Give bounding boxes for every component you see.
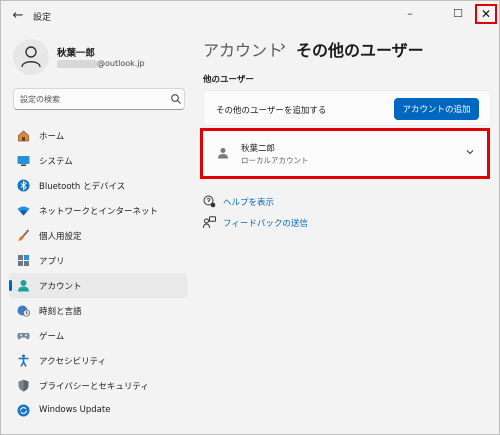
globe-clock-icon	[17, 305, 30, 317]
sidebar-item-label: Bluetooth とデバイス	[39, 182, 126, 192]
account-icon	[18, 280, 29, 292]
home-icon	[18, 130, 29, 142]
search-box[interactable]	[13, 88, 185, 110]
sidebar-item-home[interactable]: ホーム	[9, 123, 187, 148]
search-input[interactable]	[20, 92, 168, 106]
avatar[interactable]	[13, 39, 49, 75]
monitor-icon	[17, 156, 30, 166]
sidebar-item-label: 個人用設定	[39, 232, 82, 242]
sidebar-item-network[interactable]: ネットワークとインターネット	[9, 198, 187, 223]
bluetooth-icon	[17, 179, 30, 192]
account-name: 秋葉一郎	[57, 48, 96, 59]
update-icon	[17, 404, 30, 417]
minimize-button[interactable]: –	[399, 4, 421, 24]
help-icon	[203, 195, 216, 208]
sidebar-item-privacy[interactable]: プライバシーとセキュリティ	[9, 373, 187, 398]
sidebar-item-label: 時刻と言語	[39, 307, 82, 317]
breadcrumb-parent[interactable]: アカウント	[203, 37, 283, 61]
sidebar-item-gaming[interactable]: ゲーム	[9, 323, 187, 348]
sidebar-item-label: アプリ	[39, 257, 65, 267]
sidebar-item-accounts[interactable]: アカウント	[9, 273, 187, 298]
page-title: その他のユーザー	[296, 41, 424, 60]
sidebar-nav: ホーム システム Bluetooth とデバイス ネットワークとインターネット	[9, 123, 187, 423]
add-user-label: その他のユーザーを追加する	[216, 106, 327, 116]
search-icon[interactable]	[170, 93, 182, 105]
gamepad-icon	[17, 333, 30, 340]
wifi-icon	[17, 206, 30, 216]
sidebar-item-label: Windows Update	[39, 405, 111, 415]
breadcrumb-separator: ›	[280, 37, 286, 55]
app-title: 設定	[33, 13, 52, 23]
accessibility-icon	[18, 354, 29, 367]
add-account-button[interactable]: アカウントの追加	[394, 98, 479, 120]
sidebar-item-label: ネットワークとインターネット	[39, 207, 159, 217]
section-title: 他のユーザー	[203, 75, 254, 85]
sidebar-item-label: アクセシビリティ	[39, 357, 107, 367]
account-email: @outlook.jp	[97, 59, 145, 68]
close-button[interactable]: ✕	[475, 4, 497, 24]
sidebar-item-label: アカウント	[39, 282, 82, 292]
active-indicator	[9, 280, 12, 291]
sidebar-item-label: プライバシーとセキュリティ	[39, 382, 149, 392]
back-arrow-icon[interactable]: ←	[9, 7, 27, 25]
sidebar-item-apps[interactable]: アプリ	[9, 248, 187, 273]
add-user-card: その他のユーザーを追加する アカウントの追加	[203, 90, 491, 126]
apps-icon	[18, 255, 29, 266]
sidebar-item-accessibility[interactable]: アクセシビリティ	[9, 348, 187, 373]
title-bar: ← 設定 – ☐ ✕	[1, 1, 499, 31]
sidebar-item-system[interactable]: システム	[9, 148, 187, 173]
sidebar-item-label: ホーム	[39, 132, 65, 142]
maximize-button[interactable]: ☐	[447, 4, 469, 24]
sidebar-item-label: システム	[39, 157, 73, 167]
sidebar-item-windows-update[interactable]: Windows Update	[9, 398, 187, 423]
person-icon	[21, 46, 41, 68]
sidebar-item-label: ゲーム	[39, 332, 65, 342]
settings-window: ← 設定 – ☐ ✕ 秋葉一郎 @outlook.jp ホーム	[0, 0, 500, 435]
email-redacted	[57, 60, 97, 68]
sidebar-item-personalization[interactable]: 個人用設定	[9, 223, 187, 248]
sidebar-item-bluetooth[interactable]: Bluetooth とデバイス	[9, 173, 187, 198]
highlight-box	[200, 128, 490, 179]
feedback-link-text[interactable]: フィードバックの送信	[223, 217, 308, 229]
shield-icon	[18, 379, 29, 392]
brush-icon	[18, 229, 30, 241]
feedback-icon	[203, 216, 216, 229]
sidebar-item-time-language[interactable]: 時刻と言語	[9, 298, 187, 323]
help-link-text[interactable]: ヘルプを表示	[223, 196, 274, 208]
